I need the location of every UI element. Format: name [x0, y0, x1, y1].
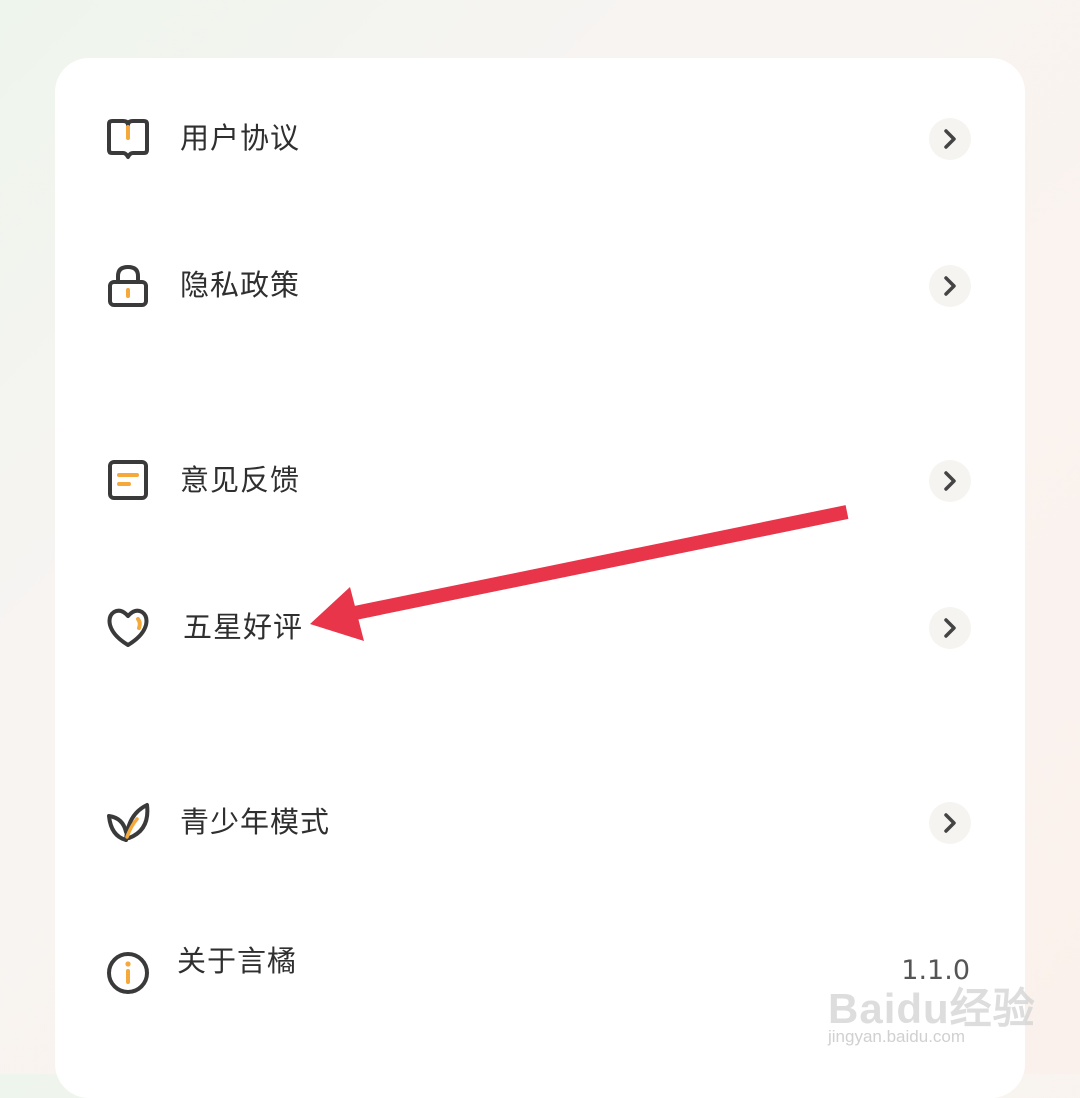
menu-item-label: 用户协议	[180, 121, 301, 155]
menu-item-privacy-policy[interactable]: 隐私政策	[55, 231, 1025, 341]
info-icon	[105, 950, 151, 996]
version-text: 1.1.0	[901, 955, 970, 986]
chevron-right-icon[interactable]	[929, 460, 971, 502]
settings-card: 用户协议 隐私政策 意见反馈 五星好评 青少年模式 关于言橘 1.1.0	[55, 58, 1025, 1098]
chevron-right-icon[interactable]	[929, 607, 971, 649]
menu-item-feedback[interactable]: 意见反馈	[55, 426, 1025, 536]
chevron-right-icon[interactable]	[929, 118, 971, 160]
menu-item-user-agreement[interactable]: 用户协议	[55, 84, 1025, 194]
chevron-right-icon[interactable]	[929, 265, 971, 307]
menu-item-youth-mode[interactable]: 青少年模式	[55, 768, 1025, 878]
menu-item-label: 隐私政策	[180, 268, 301, 302]
menu-item-label: 关于言橘	[177, 944, 298, 978]
book-icon	[105, 116, 151, 162]
menu-item-label: 意见反馈	[180, 463, 301, 497]
heart-icon	[105, 605, 151, 651]
feedback-icon	[105, 458, 151, 504]
menu-item-five-star-review[interactable]: 五星好评	[55, 573, 1025, 683]
menu-item-label: 五星好评	[183, 610, 304, 644]
menu-item-label: 青少年模式	[180, 805, 331, 839]
leaf-icon	[105, 800, 151, 846]
menu-item-about[interactable]: 关于言橘 1.1.0	[55, 915, 1025, 1025]
chevron-right-icon[interactable]	[929, 802, 971, 844]
lock-icon	[105, 263, 151, 309]
